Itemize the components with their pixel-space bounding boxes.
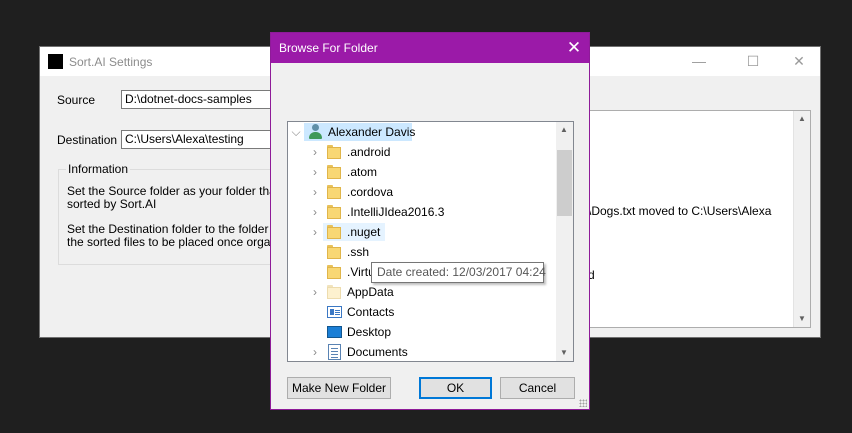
make-new-folder-button[interactable]: Make New Folder	[287, 377, 391, 399]
scroll-thumb[interactable]	[557, 150, 572, 216]
destination-input[interactable]: C:\Users\Alexa\testing	[121, 130, 281, 149]
folder-icon	[327, 185, 341, 199]
log-scroll-up-icon[interactable]: ▲	[794, 111, 810, 127]
dialog-title-bar[interactable]: Browse For Folder ✕	[271, 33, 589, 63]
scroll-down-icon[interactable]: ▼	[556, 345, 572, 361]
minimize-button[interactable]: —	[676, 47, 722, 76]
log-scroll-down-icon[interactable]: ▼	[794, 311, 810, 327]
folder-icon	[327, 265, 341, 279]
tree-item-nuget[interactable]: › .nuget	[288, 222, 558, 242]
tree-item-android[interactable]: › .android	[288, 142, 558, 162]
expand-chevron-icon[interactable]: ›	[309, 142, 321, 162]
tree-item-label: .android	[347, 145, 391, 159]
tree-item-label: .atom	[347, 165, 378, 179]
settings-window-title: Sort.AI Settings	[69, 55, 153, 69]
destination-label: Destination	[57, 133, 118, 147]
tree-item-cordova[interactable]: › .cordova	[288, 182, 558, 202]
folder-icon	[327, 165, 341, 179]
browse-folder-dialog: Browse For Folder ✕ ⌵ Alexander Davis › …	[270, 32, 590, 410]
tree-root-alexander-davis[interactable]: ⌵ Alexander Davis	[288, 122, 558, 142]
tree-item-contacts[interactable]: Contacts	[288, 302, 558, 322]
tree-item-label: Alexander Davis	[328, 125, 416, 139]
tree-item-desktop[interactable]: Desktop	[288, 322, 558, 342]
documents-icon	[328, 344, 341, 360]
dialog-title: Browse For Folder	[279, 41, 378, 55]
tree-item-intellijidea[interactable]: › .IntelliJIdea2016.3	[288, 202, 558, 222]
tree-item-label: .IntelliJIdea2016.3	[347, 205, 445, 219]
close-button[interactable]: ✕	[776, 47, 822, 76]
expand-chevron-icon[interactable]: ›	[309, 162, 321, 182]
tree-item-atom[interactable]: › .atom	[288, 162, 558, 182]
expand-chevron-icon[interactable]: ›	[309, 182, 321, 202]
tree-item-label: .nuget	[347, 225, 381, 239]
source-label: Source	[57, 93, 96, 107]
log-line-1: \Dogs.txt moved to C:\Users\Alexa	[588, 204, 772, 218]
dialog-close-button[interactable]: ✕	[559, 33, 589, 63]
expand-chevron-icon[interactable]: ›	[309, 202, 321, 222]
folder-icon	[327, 205, 341, 219]
source-input[interactable]: D:\dotnet-docs-samples	[121, 90, 281, 109]
tree-item-label: Documents	[347, 345, 408, 359]
tree-scrollbar[interactable]: ▲ ▼	[556, 122, 573, 361]
tree-item-label: .ssh	[347, 245, 370, 259]
tree-item-documents[interactable]: › Documents	[288, 342, 558, 361]
scroll-up-icon[interactable]: ▲	[556, 122, 572, 138]
date-created-tooltip: Date created: 12/03/2017 04:24	[371, 262, 546, 283]
expand-chevron-icon[interactable]: ›	[309, 222, 321, 242]
user-icon	[308, 124, 323, 140]
contacts-icon	[327, 306, 342, 318]
maximize-button[interactable]: ☐	[730, 47, 776, 76]
tree-item-appdata[interactable]: › AppData	[288, 282, 558, 302]
folder-icon	[327, 145, 341, 159]
ok-button[interactable]: OK	[419, 377, 492, 399]
information-group-title: Information	[66, 162, 131, 176]
tree-item-label: Desktop	[347, 325, 392, 339]
tree-item-label: .cordova	[347, 185, 394, 199]
information-group: Information Set the Source folder as you…	[58, 162, 303, 265]
folder-tree[interactable]: ⌵ Alexander Davis › .android › .atom › .…	[287, 121, 574, 362]
expand-chevron-icon[interactable]: ›	[309, 342, 321, 361]
folder-icon	[327, 245, 341, 259]
tree-item-label: AppData	[347, 285, 394, 299]
app-icon	[48, 54, 63, 69]
resize-grip-icon[interactable]	[579, 399, 587, 407]
folder-icon	[327, 285, 341, 299]
log-scrollbar[interactable]: ▲ ▼	[793, 111, 810, 327]
desktop-icon	[327, 326, 342, 338]
expand-chevron-icon[interactable]: ›	[309, 282, 321, 302]
log-panel[interactable]: \Dogs.txt moved to C:\Users\Alexa d ▲ ▼	[587, 110, 811, 328]
tree-item-label: Contacts	[347, 305, 395, 319]
folder-icon	[327, 225, 341, 239]
tree-item-ssh[interactable]: .ssh	[288, 242, 558, 262]
collapse-chevron-icon[interactable]: ⌵	[290, 122, 302, 142]
cancel-button[interactable]: Cancel	[500, 377, 575, 399]
